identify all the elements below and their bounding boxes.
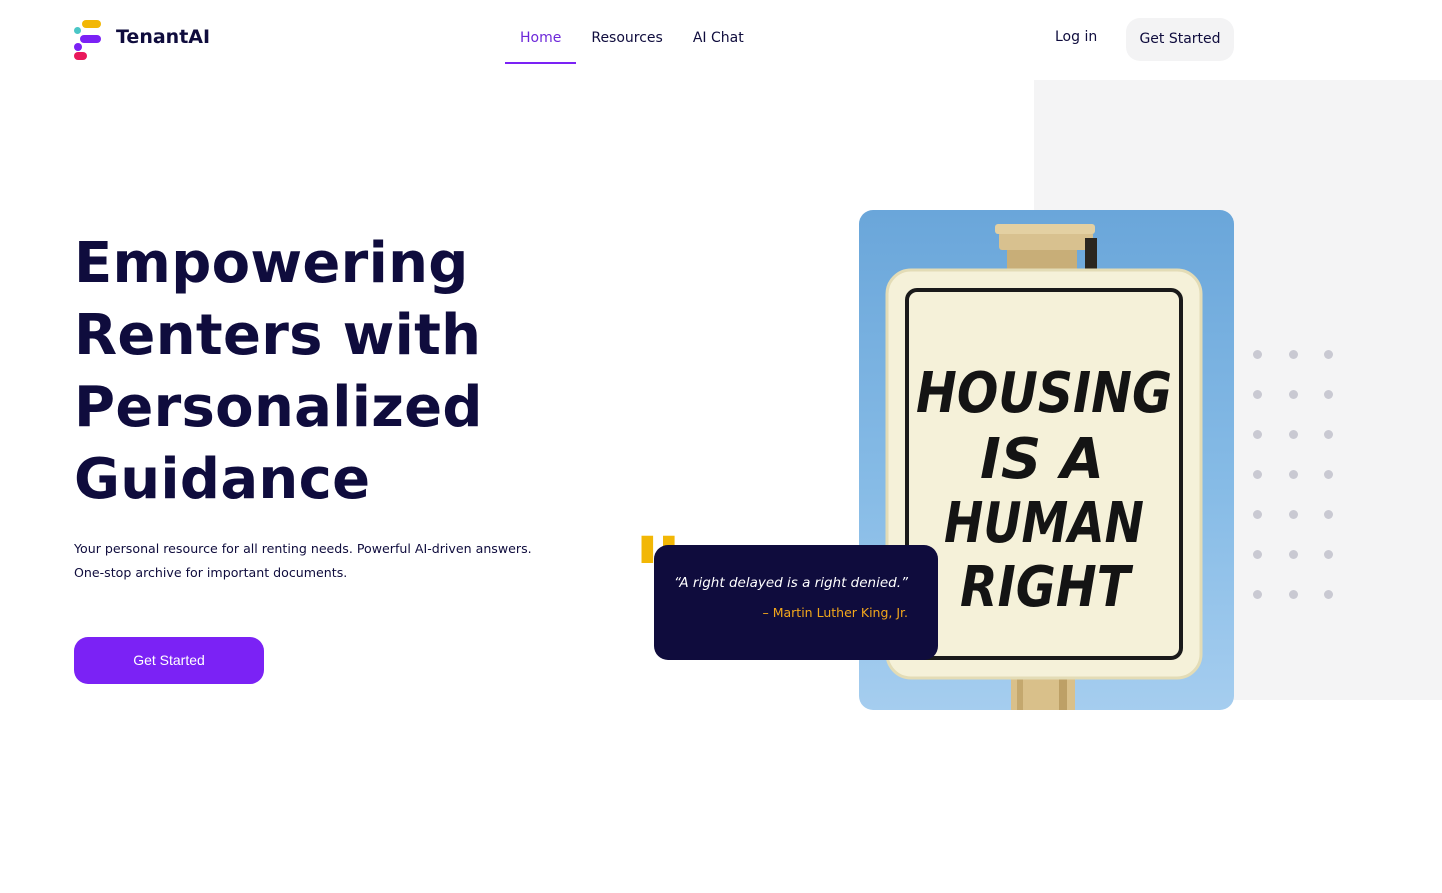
decor-dot <box>1288 430 1298 439</box>
decor-dot <box>1253 350 1262 359</box>
decor-dot <box>1324 390 1333 399</box>
login-link[interactable]: Log in <box>1055 29 1097 45</box>
nav-item-resources[interactable]: Resources <box>576 0 678 64</box>
decor-dot <box>1253 470 1262 479</box>
decor-dot <box>1253 390 1262 399</box>
decor-dot <box>1324 550 1333 559</box>
sign-line-2: IS A <box>980 427 1104 492</box>
decor-dot <box>1253 550 1262 559</box>
nav-item-home[interactable]: Home <box>505 0 577 64</box>
quote-card: “A right delayed is a right denied.” – M… <box>654 545 938 660</box>
sign-line-1: HOUSING <box>916 361 1172 426</box>
logo[interactable]: TenantAI <box>74 19 210 61</box>
main-nav: Home Resources AI Chat <box>505 0 759 64</box>
quote-text: “A right delayed is a right denied.” <box>674 575 908 591</box>
hero-get-started-button[interactable]: Get Started <box>74 637 264 684</box>
decor-dot <box>1324 470 1333 479</box>
decor-dot <box>1288 350 1298 359</box>
hero-subtitle: Your personal resource for all renting n… <box>74 541 532 580</box>
brand-name: TenantAI <box>116 26 211 48</box>
decor-dot <box>1288 470 1298 479</box>
decor-dot <box>1288 510 1298 519</box>
decor-dot <box>1324 350 1333 359</box>
header-get-started-button[interactable]: Get Started <box>1126 18 1234 61</box>
hero-title: Empowering Renters with Personalized Gui… <box>74 231 483 512</box>
decor-dot <box>1324 430 1333 439</box>
decor-dot <box>1288 590 1298 599</box>
quote-author: – Martin Luther King, Jr. <box>762 605 909 620</box>
decor-dot <box>1324 510 1333 519</box>
decor-dot <box>1288 550 1298 559</box>
logo-icon <box>74 19 104 61</box>
nav-item-ai-chat[interactable]: AI Chat <box>678 0 759 64</box>
decor-dot <box>1324 590 1333 599</box>
decor-dot <box>1288 390 1298 399</box>
decor-dot <box>1253 590 1262 599</box>
decor-dot <box>1253 430 1262 439</box>
decor-dot <box>1253 510 1262 519</box>
sign-line-3: HUMAN <box>944 491 1144 556</box>
sign-line-4: RIGHT <box>960 555 1133 620</box>
